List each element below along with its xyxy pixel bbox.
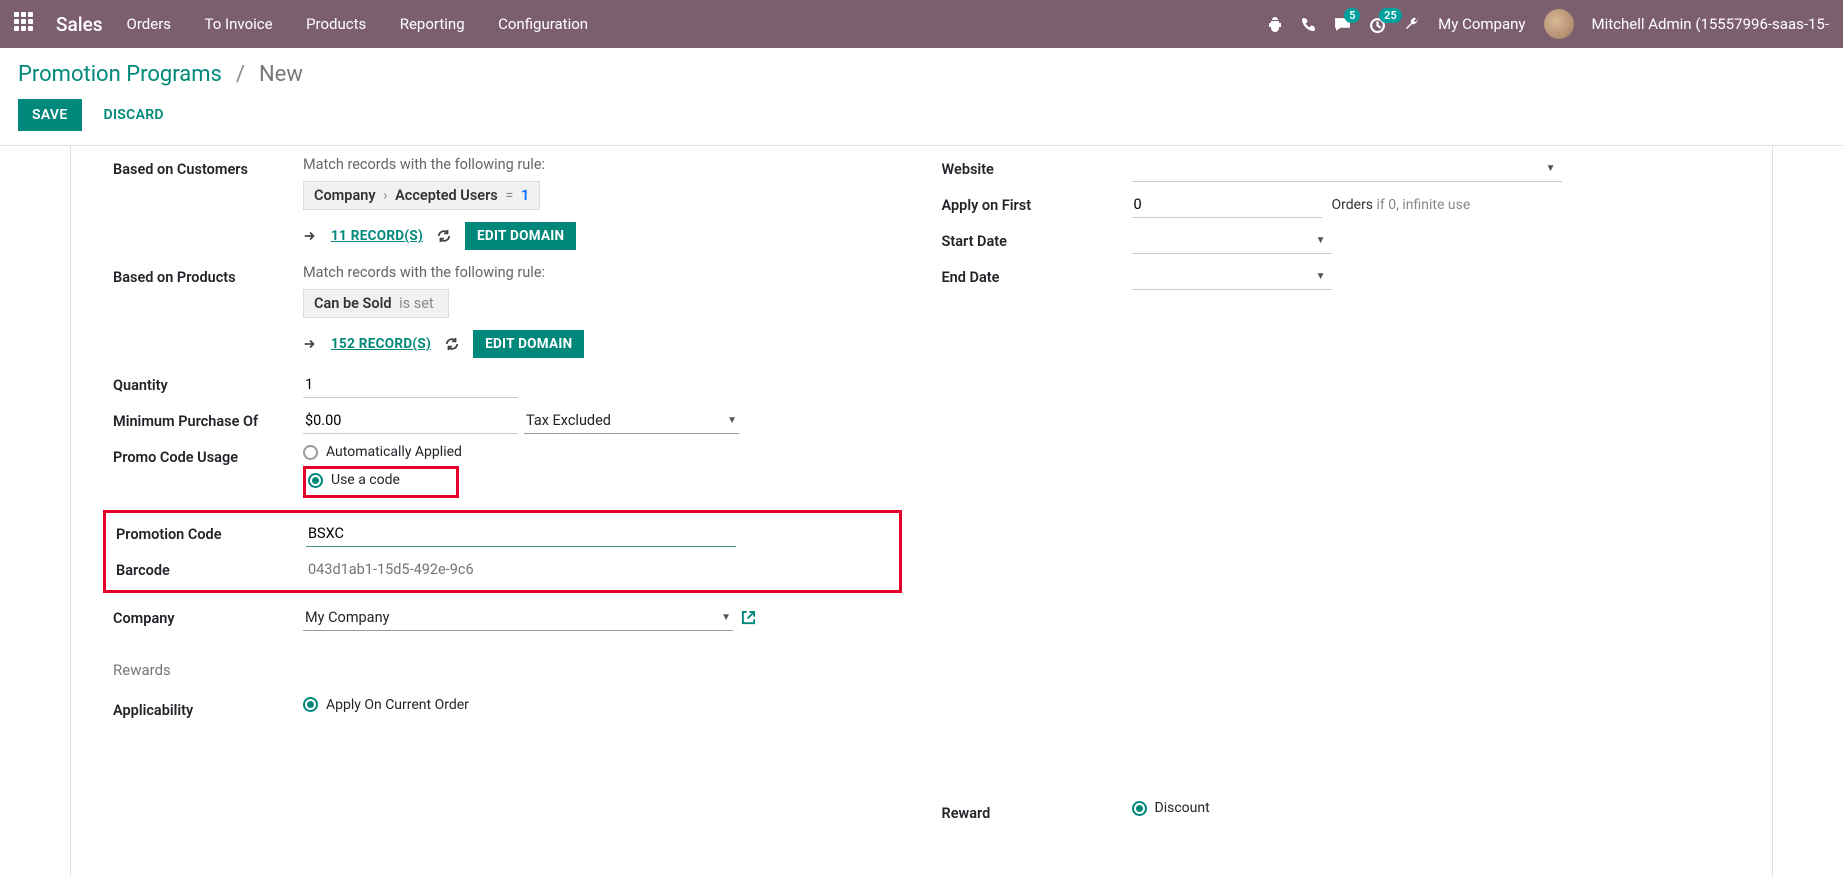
company-select[interactable]: My Company ▼ bbox=[303, 605, 733, 631]
topbar: Sales Orders To Invoice Products Reporti… bbox=[0, 0, 1843, 48]
discard-button[interactable]: DISCARD bbox=[104, 107, 164, 123]
label-min-purchase: Minimum Purchase Of bbox=[113, 408, 303, 430]
company-selector[interactable]: My Company bbox=[1438, 15, 1525, 33]
label-company: Company bbox=[113, 605, 303, 627]
arrow-right-icon bbox=[303, 228, 317, 244]
promo-code-input[interactable] bbox=[306, 521, 736, 547]
label-applicability: Applicability bbox=[113, 697, 303, 719]
breadcrumb-current: New bbox=[259, 62, 303, 87]
label-based-on-customers: Based on Customers bbox=[113, 156, 303, 178]
username[interactable]: Mitchell Admin (15557996-saas-15- bbox=[1592, 15, 1829, 33]
products-records-link[interactable]: 152 RECORD(S) bbox=[331, 336, 431, 352]
tax-select[interactable]: Tax Excluded ▼ bbox=[524, 408, 739, 434]
arrow-right-icon bbox=[303, 336, 317, 352]
label-quantity: Quantity bbox=[113, 372, 303, 394]
chevron-down-icon: ▼ bbox=[1316, 271, 1326, 282]
chevron-down-icon: ▼ bbox=[1546, 163, 1556, 174]
radio-reward-discount[interactable]: Discount bbox=[1132, 800, 1210, 816]
label-website: Website bbox=[942, 156, 1132, 178]
nav-to-invoice[interactable]: To Invoice bbox=[205, 15, 273, 33]
save-button[interactable]: SAVE bbox=[18, 99, 82, 131]
products-rule-chip: Can be Sold is set bbox=[303, 289, 449, 318]
nav-products[interactable]: Products bbox=[306, 15, 366, 33]
label-barcode: Barcode bbox=[116, 557, 306, 579]
breadcrumb-parent[interactable]: Promotion Programs bbox=[18, 62, 222, 87]
rewards-title: Rewards bbox=[113, 661, 902, 679]
customers-edit-domain-button[interactable]: EDIT DOMAIN bbox=[465, 222, 576, 250]
radio-apply-current-order[interactable]: Apply On Current Order bbox=[303, 697, 469, 713]
apply-first-input[interactable] bbox=[1132, 192, 1322, 218]
chevron-down-icon: ▼ bbox=[727, 415, 737, 426]
apps-icon[interactable] bbox=[14, 12, 38, 36]
label-promo-code: Promotion Code bbox=[116, 521, 306, 543]
timer-icon[interactable]: 25 bbox=[1369, 16, 1386, 33]
form-sheet: Based on Customers Match records with th… bbox=[70, 146, 1773, 876]
brand: Sales bbox=[56, 13, 103, 36]
action-row: SAVE DISCARD bbox=[0, 87, 1843, 146]
external-link-icon[interactable] bbox=[741, 610, 756, 626]
label-end-date: End Date bbox=[942, 264, 1132, 286]
label-promo-usage: Promo Code Usage bbox=[113, 444, 303, 466]
timer-badge: 25 bbox=[1379, 8, 1402, 23]
main-nav: Orders To Invoice Products Reporting Con… bbox=[127, 15, 619, 33]
bug-icon[interactable] bbox=[1267, 16, 1283, 32]
chevron-down-icon: ▼ bbox=[1316, 235, 1326, 246]
refresh-icon[interactable] bbox=[437, 228, 451, 244]
label-apply-first: Apply on First bbox=[942, 192, 1132, 214]
label-reward: Reward bbox=[942, 800, 1132, 822]
chat-badge: 5 bbox=[1344, 8, 1360, 23]
radio-use-code[interactable]: Use a code bbox=[308, 472, 400, 488]
customers-records-link[interactable]: 11 RECORD(S) bbox=[331, 228, 423, 244]
label-start-date: Start Date bbox=[942, 228, 1132, 250]
chevron-down-icon: ▼ bbox=[721, 612, 731, 623]
barcode-input[interactable] bbox=[306, 557, 736, 582]
nav-reporting[interactable]: Reporting bbox=[400, 15, 465, 33]
start-date-input[interactable]: ▼ bbox=[1132, 228, 1332, 254]
website-select[interactable]: ▼ bbox=[1132, 156, 1562, 182]
breadcrumb: Promotion Programs / New bbox=[0, 48, 1843, 87]
chat-icon[interactable]: 5 bbox=[1334, 16, 1351, 33]
products-desc: Match records with the following rule: bbox=[303, 264, 902, 281]
customers-rule-chip: Company › Accepted Users = 1 bbox=[303, 181, 540, 210]
nav-configuration[interactable]: Configuration bbox=[498, 15, 588, 33]
refresh-icon[interactable] bbox=[445, 336, 459, 352]
phone-icon[interactable] bbox=[1301, 17, 1316, 32]
avatar[interactable] bbox=[1544, 9, 1574, 39]
customers-desc: Match records with the following rule: bbox=[303, 156, 902, 173]
label-based-on-products: Based on Products bbox=[113, 264, 303, 286]
min-purchase-input[interactable] bbox=[303, 408, 518, 434]
radio-auto-applied[interactable]: Automatically Applied bbox=[303, 444, 462, 460]
quantity-input[interactable] bbox=[303, 372, 518, 398]
end-date-input[interactable]: ▼ bbox=[1132, 264, 1332, 290]
nav-orders[interactable]: Orders bbox=[127, 15, 172, 33]
products-edit-domain-button[interactable]: EDIT DOMAIN bbox=[473, 330, 584, 358]
wrench-icon[interactable] bbox=[1404, 16, 1420, 32]
